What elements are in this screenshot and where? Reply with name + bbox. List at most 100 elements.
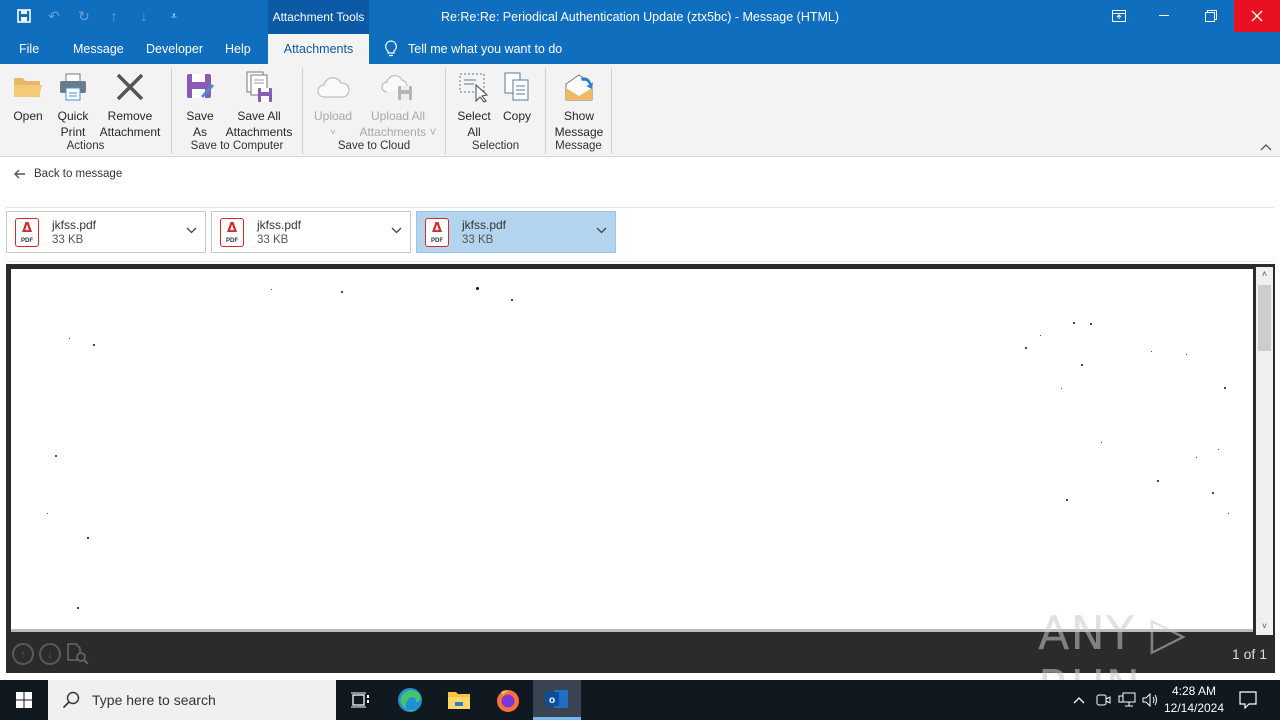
attachment-size: 33 KB bbox=[52, 234, 84, 246]
chevron-up-icon bbox=[1073, 696, 1085, 703]
taskbar: Type here to search o 4:28 AM 12/14/2024 bbox=[0, 680, 1280, 720]
back-to-message-link[interactable]: Back to message bbox=[14, 168, 122, 180]
open-button[interactable]: Open bbox=[10, 70, 46, 124]
clock-time: 4:28 AM bbox=[1171, 684, 1217, 698]
attachment-size: 33 KB bbox=[462, 234, 494, 246]
vertical-scrollbar[interactable]: ˄ ˅ bbox=[1256, 267, 1273, 635]
tab-help[interactable]: Help bbox=[225, 34, 251, 64]
page-speck bbox=[1218, 449, 1219, 450]
taskbar-app-edge[interactable] bbox=[386, 680, 434, 720]
close-button[interactable] bbox=[1234, 0, 1280, 32]
search-placeholder: Type here to search bbox=[92, 692, 216, 708]
arrow-left-icon bbox=[14, 169, 25, 179]
select-all-button[interactable]: Select All bbox=[454, 70, 494, 140]
start-button[interactable] bbox=[0, 680, 48, 720]
page-speck bbox=[1228, 513, 1229, 514]
quick-print-button[interactable]: Quick Print bbox=[54, 70, 92, 140]
attachment-name: jkfss.pdf bbox=[257, 218, 302, 232]
ribbon-group-message: Show Message Message bbox=[546, 68, 612, 154]
page-speck bbox=[476, 287, 479, 290]
edge-icon bbox=[398, 688, 422, 712]
page-speck bbox=[69, 338, 70, 339]
attachment-name: jkfss.pdf bbox=[462, 218, 507, 232]
tray-volume[interactable] bbox=[1140, 680, 1162, 720]
attachment-card-selected[interactable]: ᐃ PDF jkfss.pdf 33 KB bbox=[416, 211, 616, 253]
ribbon: Open Quick Print Remove Attachment Actio… bbox=[0, 64, 1280, 157]
attachment-menu-button[interactable] bbox=[391, 225, 402, 237]
scroll-up-button[interactable]: ˄ bbox=[1256, 269, 1273, 283]
remove-attachment-button[interactable]: Remove Attachment bbox=[96, 70, 164, 140]
pdf-file-icon: ᐃ PDF bbox=[220, 218, 244, 247]
tray-camera[interactable] bbox=[1093, 680, 1113, 720]
task-view-button[interactable] bbox=[336, 680, 384, 720]
tab-message[interactable]: Message bbox=[73, 34, 124, 64]
show-hidden-icons-button[interactable] bbox=[1068, 680, 1090, 720]
attachment-menu-button[interactable] bbox=[186, 225, 197, 237]
undo-icon[interactable]: ↶ bbox=[44, 6, 64, 26]
show-message-button[interactable]: Show Message bbox=[552, 70, 606, 140]
title-bar: ↶ ↻ ↑ ↓ ⩡ Attachment Tools Re:Re:Re: Per… bbox=[0, 0, 1280, 34]
page-speck bbox=[1101, 442, 1102, 443]
ribbon-display-options-button[interactable] bbox=[1096, 0, 1142, 32]
page-speck bbox=[77, 607, 79, 609]
tab-attachments[interactable]: Attachments bbox=[268, 34, 369, 64]
tab-file[interactable]: File bbox=[19, 34, 39, 64]
pdf-file-icon: ᐃ PDF bbox=[425, 218, 449, 247]
page-speck bbox=[87, 537, 89, 539]
minimize-button[interactable] bbox=[1142, 0, 1188, 32]
tray-network[interactable] bbox=[1116, 680, 1138, 720]
taskbar-clock[interactable]: 4:28 AM 12/14/2024 bbox=[1160, 683, 1228, 717]
page-speck bbox=[1212, 492, 1214, 494]
next-item-icon[interactable]: ↓ bbox=[134, 6, 154, 26]
divider bbox=[6, 261, 1274, 262]
page-speck bbox=[1073, 322, 1075, 324]
copy-button[interactable]: Copy bbox=[498, 70, 536, 124]
tab-developer[interactable]: Developer bbox=[146, 34, 203, 64]
taskbar-app-file-explorer[interactable] bbox=[435, 680, 483, 720]
taskbar-app-firefox[interactable] bbox=[484, 680, 532, 720]
upload-all-attachments-button[interactable]: Upload All Attachments ˅ bbox=[355, 70, 441, 140]
restore-icon bbox=[1205, 10, 1217, 22]
customize-qat-icon[interactable]: ⩡ bbox=[164, 6, 184, 26]
pdf-page[interactable] bbox=[11, 269, 1253, 632]
next-page-button[interactable]: ↓ bbox=[39, 643, 61, 665]
attachment-card[interactable]: ᐃ PDF jkfss.pdf 33 KB bbox=[6, 211, 206, 253]
divider bbox=[6, 207, 1274, 208]
window-title: Re:Re:Re: Periodical Authentication Upda… bbox=[440, 10, 840, 24]
group-label-actions: Actions bbox=[66, 140, 105, 152]
attachment-name: jkfss.pdf bbox=[52, 218, 97, 232]
open-folder-icon bbox=[11, 70, 45, 104]
save-all-attachments-button[interactable]: Save All Attachments bbox=[222, 70, 296, 140]
ribbon-display-icon bbox=[1112, 10, 1126, 22]
redo-icon[interactable]: ↻ bbox=[74, 6, 94, 26]
ribbon-group-actions: Open Quick Print Remove Attachment Actio… bbox=[0, 68, 172, 154]
show-message-icon bbox=[562, 70, 596, 104]
scroll-thumb[interactable] bbox=[1258, 285, 1271, 351]
restore-button[interactable] bbox=[1188, 0, 1234, 32]
page-speck bbox=[1081, 364, 1083, 366]
task-view-icon bbox=[351, 692, 369, 708]
collapse-ribbon-button[interactable] bbox=[1260, 143, 1272, 154]
save-as-button[interactable]: Save As bbox=[182, 70, 218, 140]
find-in-document-button[interactable] bbox=[66, 643, 90, 670]
previous-item-icon[interactable]: ↑ bbox=[104, 6, 124, 26]
notifications-icon bbox=[1239, 691, 1257, 709]
action-center-button[interactable] bbox=[1232, 680, 1264, 720]
minimize-icon bbox=[1159, 15, 1169, 16]
group-label-save-to-computer: Save to Computer bbox=[190, 140, 284, 152]
attachment-card[interactable]: ᐃ PDF jkfss.pdf 33 KB bbox=[211, 211, 411, 253]
save-icon[interactable] bbox=[14, 6, 34, 26]
tell-me-search[interactable]: Tell me what you want to do bbox=[384, 34, 562, 64]
cloud-upload-icon bbox=[316, 70, 350, 104]
windows-logo-icon bbox=[16, 692, 32, 708]
attachment-menu-button[interactable] bbox=[596, 225, 607, 237]
taskbar-search-box[interactable]: Type here to search bbox=[48, 680, 336, 720]
page-speck bbox=[1196, 457, 1197, 458]
previous-page-button[interactable]: ↑ bbox=[12, 643, 34, 665]
upload-button[interactable]: Upload ˅ bbox=[311, 70, 355, 140]
taskbar-app-outlook[interactable]: o bbox=[533, 680, 581, 720]
page-speck bbox=[1090, 323, 1092, 325]
close-icon bbox=[1251, 10, 1263, 22]
page-speck bbox=[341, 291, 343, 293]
page-speck bbox=[1025, 347, 1027, 349]
